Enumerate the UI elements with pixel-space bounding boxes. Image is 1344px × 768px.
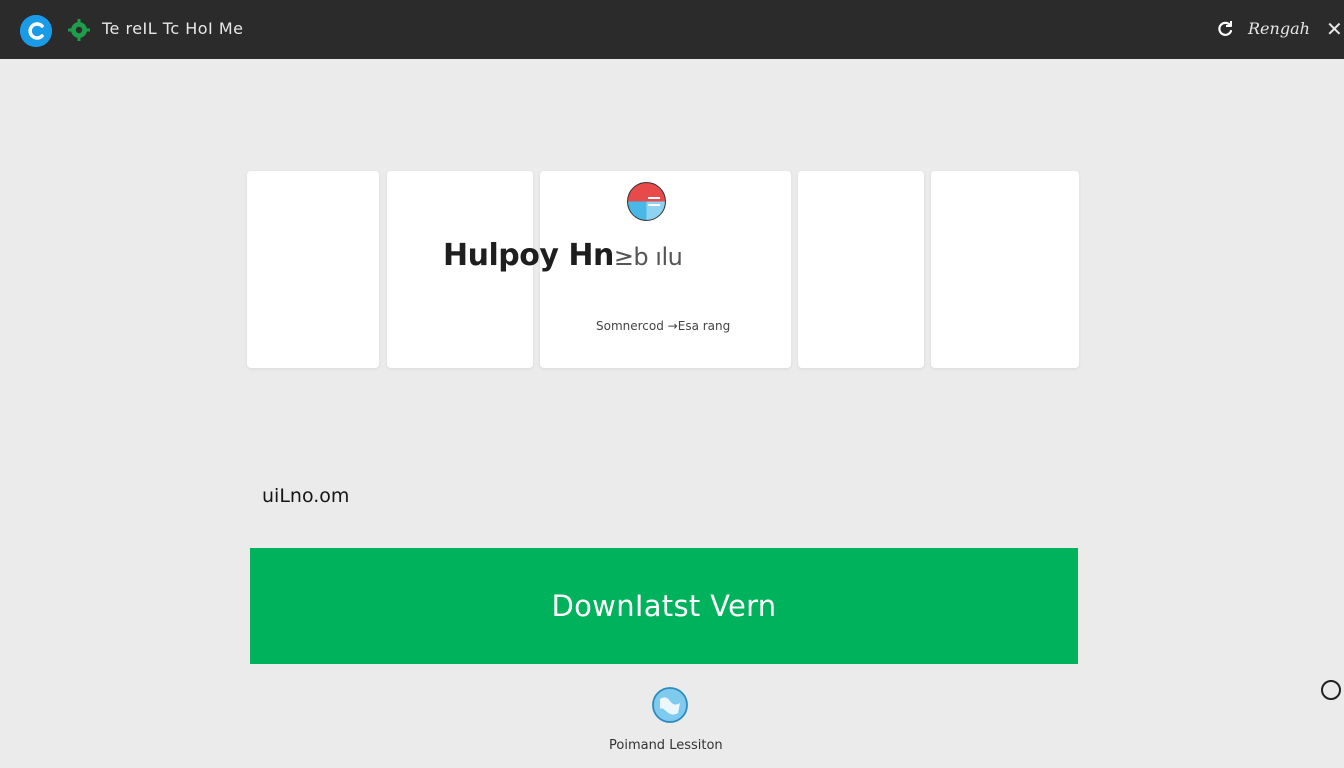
hero-title-suffix: ≥b ılu bbox=[613, 243, 683, 271]
feature-card[interactable] bbox=[247, 171, 379, 368]
domain-label: uiLno.om bbox=[262, 485, 350, 507]
gear-icon[interactable] bbox=[68, 19, 90, 41]
download-button[interactable]: DownIatst Vern bbox=[250, 548, 1078, 664]
refresh-icon[interactable] bbox=[1215, 19, 1235, 39]
globe-icon[interactable] bbox=[650, 685, 690, 725]
app-logo-icon[interactable] bbox=[20, 15, 52, 47]
hero-title: Hulpoy Hn≥b ılu bbox=[443, 238, 683, 273]
close-icon[interactable]: ✕ bbox=[1326, 18, 1344, 40]
hero-subtitle: Somnercod →Esa rang bbox=[596, 319, 731, 333]
hero-title-main: Hulpoy Hn bbox=[443, 238, 614, 273]
flag-badge-icon bbox=[626, 181, 667, 222]
footer-label[interactable]: Poimand Lessiton bbox=[609, 738, 723, 753]
account-link[interactable]: Rengah bbox=[1248, 19, 1310, 38]
side-circle-icon[interactable] bbox=[1321, 680, 1341, 700]
app-title: Te reIL Tc HoI Me bbox=[102, 19, 244, 38]
top-bar: Te reIL Tc HoI Me Rengah ✕ bbox=[0, 0, 1344, 59]
feature-card[interactable] bbox=[931, 171, 1079, 368]
feature-card[interactable] bbox=[798, 171, 924, 368]
